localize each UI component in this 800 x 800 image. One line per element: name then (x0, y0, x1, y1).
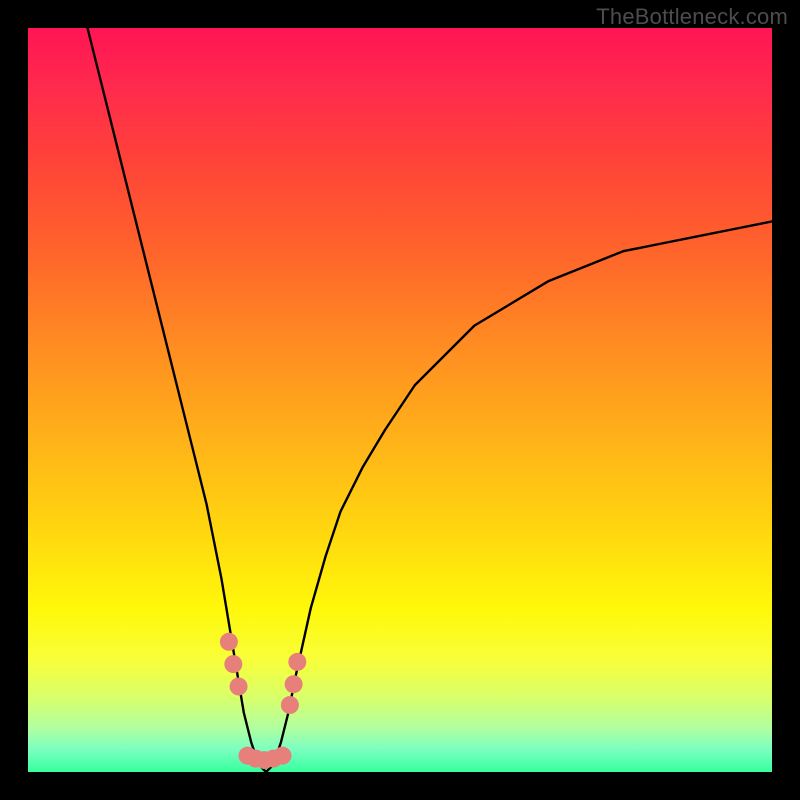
curve-marker (273, 747, 291, 765)
curve-marker (281, 696, 299, 714)
watermark-text: TheBottleneck.com (596, 4, 788, 30)
chart-svg (28, 28, 772, 772)
curve-marker (224, 655, 242, 673)
curve-marker (220, 633, 238, 651)
curve-marker (230, 677, 248, 695)
curve-marker (285, 675, 303, 693)
curve-marker (288, 653, 306, 671)
plot-area (28, 28, 772, 772)
bottleneck-curve (88, 28, 772, 772)
chart-frame: TheBottleneck.com (0, 0, 800, 800)
curve-layer (88, 28, 772, 772)
